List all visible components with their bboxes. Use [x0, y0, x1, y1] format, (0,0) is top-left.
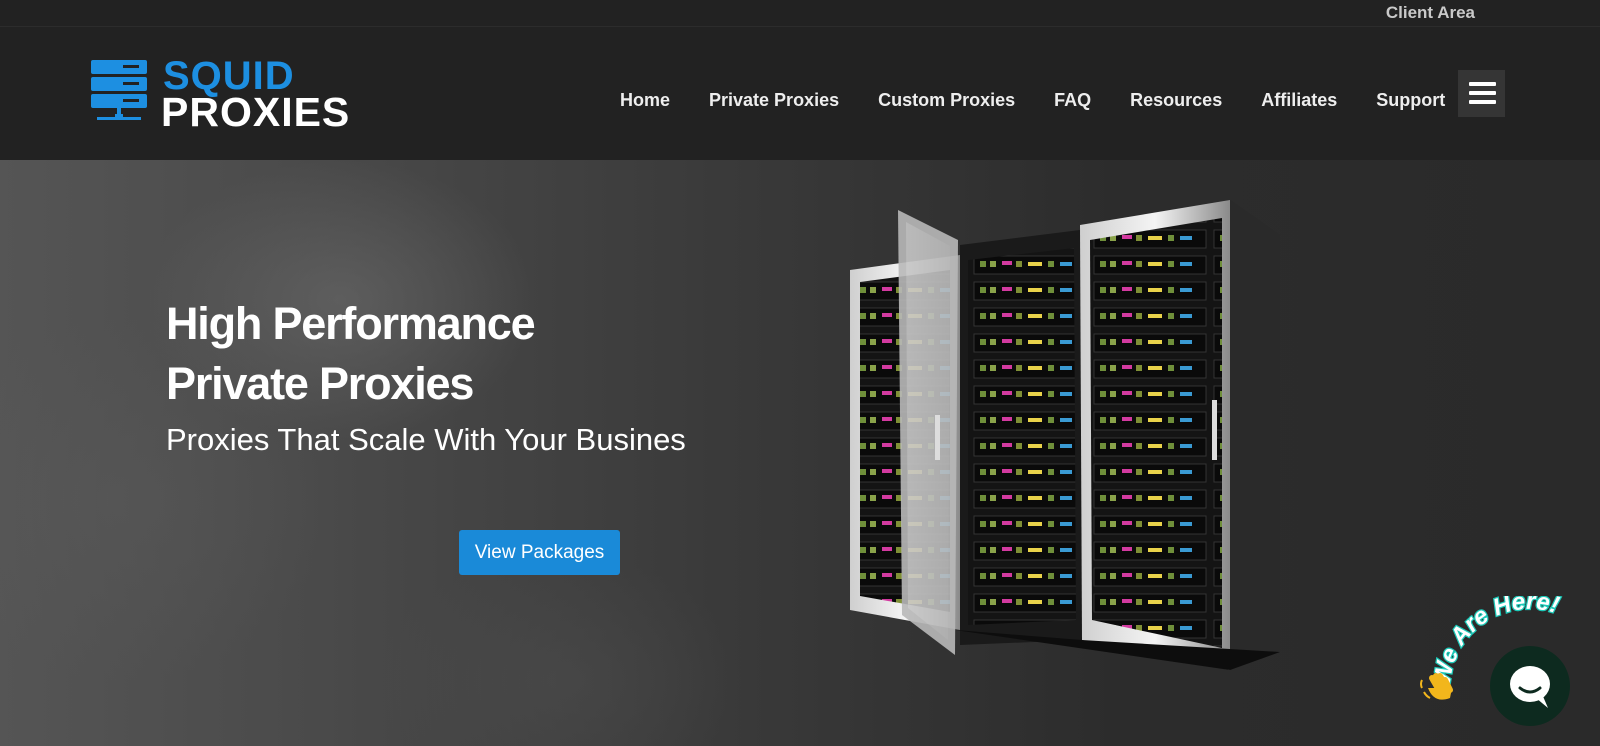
nav-support[interactable]: Support — [1376, 90, 1445, 111]
nav-faq[interactable]: FAQ — [1054, 90, 1091, 111]
hero-title-line2: Private Proxies — [166, 358, 474, 409]
hero-subtitle: Proxies That Scale With Your Busines — [166, 422, 686, 457]
site-header: SQUID PROXIES Home Private Proxies Custo… — [0, 27, 1600, 160]
nav-resources[interactable]: Resources — [1130, 90, 1222, 111]
hero-section: High Performance Private Proxies Proxies… — [0, 160, 1600, 746]
server-rack-illustration — [850, 200, 1280, 670]
chat-bubble-icon — [1510, 666, 1550, 708]
hero-title: High Performance Private Proxies — [166, 294, 536, 414]
view-packages-button[interactable]: View Packages — [459, 530, 620, 575]
client-area-link[interactable]: Client Area — [1386, 3, 1475, 23]
chat-button[interactable] — [1490, 646, 1570, 726]
hero-title-line1: High Performance — [166, 298, 536, 349]
nav-custom-proxies[interactable]: Custom Proxies — [878, 90, 1015, 111]
server-stack-logo-icon — [91, 60, 147, 120]
logo-text-proxies: PROXIES — [161, 89, 351, 135]
chat-widget[interactable]: We Are Here! — [1420, 596, 1600, 746]
hamburger-menu-icon[interactable] — [1458, 70, 1505, 117]
top-bar: Client Area — [0, 0, 1600, 27]
nav-home[interactable]: Home — [620, 90, 670, 111]
logo[interactable]: SQUID PROXIES — [91, 54, 391, 135]
main-nav: Home Private Proxies Custom Proxies FAQ … — [620, 82, 1445, 118]
nav-affiliates[interactable]: Affiliates — [1261, 90, 1337, 111]
waving-hand-icon — [1420, 673, 1453, 700]
nav-private-proxies[interactable]: Private Proxies — [709, 90, 839, 111]
